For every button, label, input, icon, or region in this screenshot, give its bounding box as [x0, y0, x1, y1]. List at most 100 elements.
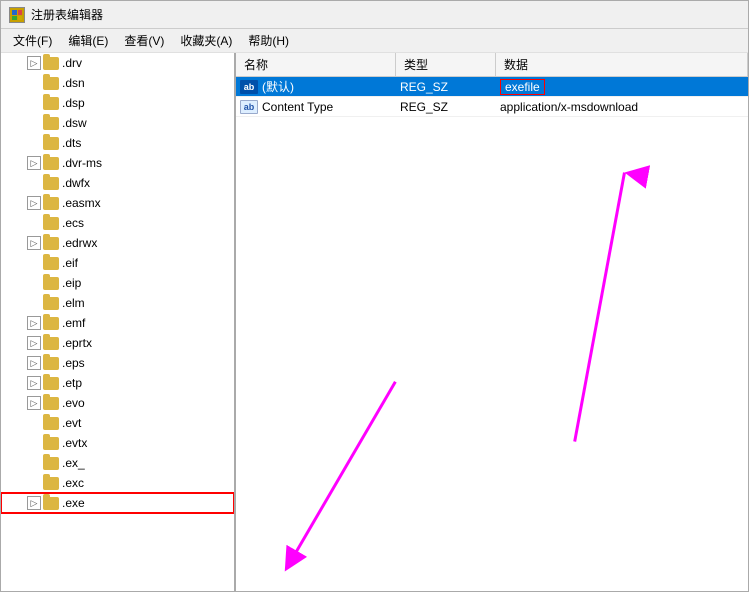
reg-row-default[interactable]: ab (默认) REG_SZ exefile	[236, 77, 748, 97]
expand-btn-edrwx[interactable]: ▷	[27, 236, 41, 250]
tree-item-easmx[interactable]: ▷ .easmx	[1, 193, 234, 213]
tree-label-elm: .elm	[62, 296, 85, 310]
expand-btn-evo[interactable]: ▷	[27, 396, 41, 410]
exefile-highlight-box: exefile	[500, 79, 545, 95]
folder-icon-dvr-ms	[43, 157, 59, 170]
tree-label-evt: .evt	[62, 416, 81, 430]
tree-label-etp: .etp	[62, 376, 82, 390]
tree-item-ecs[interactable]: .ecs	[1, 213, 234, 233]
folder-icon-dsp	[43, 97, 59, 110]
tree-label-ex_: .ex_	[62, 456, 85, 470]
menu-file[interactable]: 文件(F)	[5, 30, 60, 51]
tree-item-etp[interactable]: ▷ .etp	[1, 373, 234, 393]
tree-item-exc[interactable]: .exc	[1, 473, 234, 493]
window-icon	[9, 7, 25, 23]
menu-help[interactable]: 帮助(H)	[240, 30, 297, 51]
tree-item-eprtx[interactable]: ▷ .eprtx	[1, 333, 234, 353]
tree-item-dsn[interactable]: .dsn	[1, 73, 234, 93]
tree-label-dvr-ms: .dvr-ms	[62, 156, 102, 170]
col-header-type: 类型	[396, 53, 496, 76]
cell-name-content_type: abContent Type	[236, 100, 396, 114]
tree-label-drv: .drv	[62, 56, 82, 70]
folder-icon-dsw	[43, 117, 59, 130]
folder-icon-exe	[43, 497, 59, 510]
tree-label-exe: .exe	[62, 496, 85, 510]
expand-btn-exe[interactable]: ▷	[27, 496, 41, 510]
tree-label-eip: .eip	[62, 276, 81, 290]
expand-btn-etp[interactable]: ▷	[27, 376, 41, 390]
column-headers: 名称 类型 数据	[236, 53, 748, 77]
tree-item-edrwx[interactable]: ▷ .edrwx	[1, 233, 234, 253]
tree-item-drv[interactable]: ▷ .drv	[1, 53, 234, 73]
folder-icon-ex_	[43, 457, 59, 470]
folder-icon-eif	[43, 257, 59, 270]
folder-icon-drv	[43, 57, 59, 70]
folder-icon-dts	[43, 137, 59, 150]
folder-icon-eps	[43, 357, 59, 370]
folder-icon-etp	[43, 377, 59, 390]
cell-data-default: exefile	[496, 79, 748, 95]
main-content: ▷ .drv .dsn .dsp .dsw .dts ▷ .dvr-ms .dwfx ▷ .easm…	[1, 53, 748, 591]
tree-item-exe[interactable]: ▷ .exe	[1, 493, 234, 513]
col-header-data: 数据	[496, 53, 748, 76]
tree-label-dsw: .dsw	[62, 116, 87, 130]
menu-view[interactable]: 查看(V)	[116, 30, 172, 51]
tree-label-easmx: .easmx	[62, 196, 101, 210]
expand-btn-eprtx[interactable]: ▷	[27, 336, 41, 350]
tree-item-eif[interactable]: .eif	[1, 253, 234, 273]
tree-label-eprtx: .eprtx	[62, 336, 92, 350]
tree-label-dts: .dts	[62, 136, 81, 150]
folder-icon-easmx	[43, 197, 59, 210]
tree-item-eps[interactable]: ▷.eps	[1, 353, 234, 373]
tree-item-ex_[interactable]: .ex_	[1, 453, 234, 473]
menu-edit[interactable]: 编辑(E)	[60, 30, 116, 51]
reg-row-content_type[interactable]: abContent TypeREG_SZapplication/x-msdown…	[236, 97, 748, 117]
expand-btn-dvr-ms[interactable]: ▷	[27, 156, 41, 170]
folder-icon-dwfx	[43, 177, 59, 190]
tree-item-dts[interactable]: .dts	[1, 133, 234, 153]
tree-item-evt[interactable]: .evt	[1, 413, 234, 433]
cell-name-default: ab (默认)	[236, 78, 396, 95]
folder-icon-dsn	[43, 77, 59, 90]
cell-data-content_type: application/x-msdownload	[496, 100, 748, 114]
tree-item-dsp[interactable]: .dsp	[1, 93, 234, 113]
tree-item-dwfx[interactable]: .dwfx	[1, 173, 234, 193]
tree-item-elm[interactable]: .elm	[1, 293, 234, 313]
tree-pane[interactable]: ▷ .drv .dsn .dsp .dsw .dts ▷ .dvr-ms .dwfx ▷ .easm…	[1, 53, 236, 591]
tree-label-emf: .emf	[62, 316, 85, 330]
expand-btn-emf[interactable]: ▷	[27, 316, 41, 330]
right-pane: 名称 类型 数据 ab (默认) REG_SZ exefile abContent Ty…	[236, 53, 748, 591]
col-header-name: 名称	[236, 53, 396, 76]
tree-item-emf[interactable]: ▷ .emf	[1, 313, 234, 333]
tree-label-dsp: .dsp	[62, 96, 85, 110]
tree-label-dsn: .dsn	[62, 76, 85, 90]
window-title: 注册表编辑器	[31, 6, 103, 23]
folder-icon-edrwx	[43, 237, 59, 250]
tree-label-ecs: .ecs	[62, 216, 84, 230]
tree-label-edrwx: .edrwx	[62, 236, 97, 250]
registry-table: ab (默认) REG_SZ exefile abContent TypeREG_SZa…	[236, 77, 748, 117]
ab-icon-default: ab	[240, 80, 258, 94]
folder-icon-evo	[43, 397, 59, 410]
tree-label-evtx: .evtx	[62, 436, 87, 450]
folder-icon-elm	[43, 297, 59, 310]
expand-btn-drv[interactable]: ▷	[27, 56, 41, 70]
menu-favorites[interactable]: 收藏夹(A)	[172, 30, 240, 51]
title-bar: 注册表编辑器	[1, 1, 748, 29]
tree-item-evtx[interactable]: .evtx	[1, 433, 234, 453]
tree-item-eip[interactable]: .eip	[1, 273, 234, 293]
cell-type-default: REG_SZ	[396, 80, 496, 94]
tree-item-evo[interactable]: ▷ .evo	[1, 393, 234, 413]
expand-btn-eps[interactable]: ▷	[27, 356, 41, 370]
folder-icon-emf	[43, 317, 59, 330]
folder-icon-eprtx	[43, 337, 59, 350]
folder-icon-ecs	[43, 217, 59, 230]
tree-label-evo: .evo	[62, 396, 85, 410]
ab-icon-content_type: ab	[240, 100, 258, 114]
tree-item-dsw[interactable]: .dsw	[1, 113, 234, 133]
folder-icon-evt	[43, 417, 59, 430]
name-label-default: (默认)	[262, 78, 294, 95]
expand-btn-easmx[interactable]: ▷	[27, 196, 41, 210]
tree-item-dvr-ms[interactable]: ▷ .dvr-ms	[1, 153, 234, 173]
tree-label-exc: .exc	[62, 476, 84, 490]
